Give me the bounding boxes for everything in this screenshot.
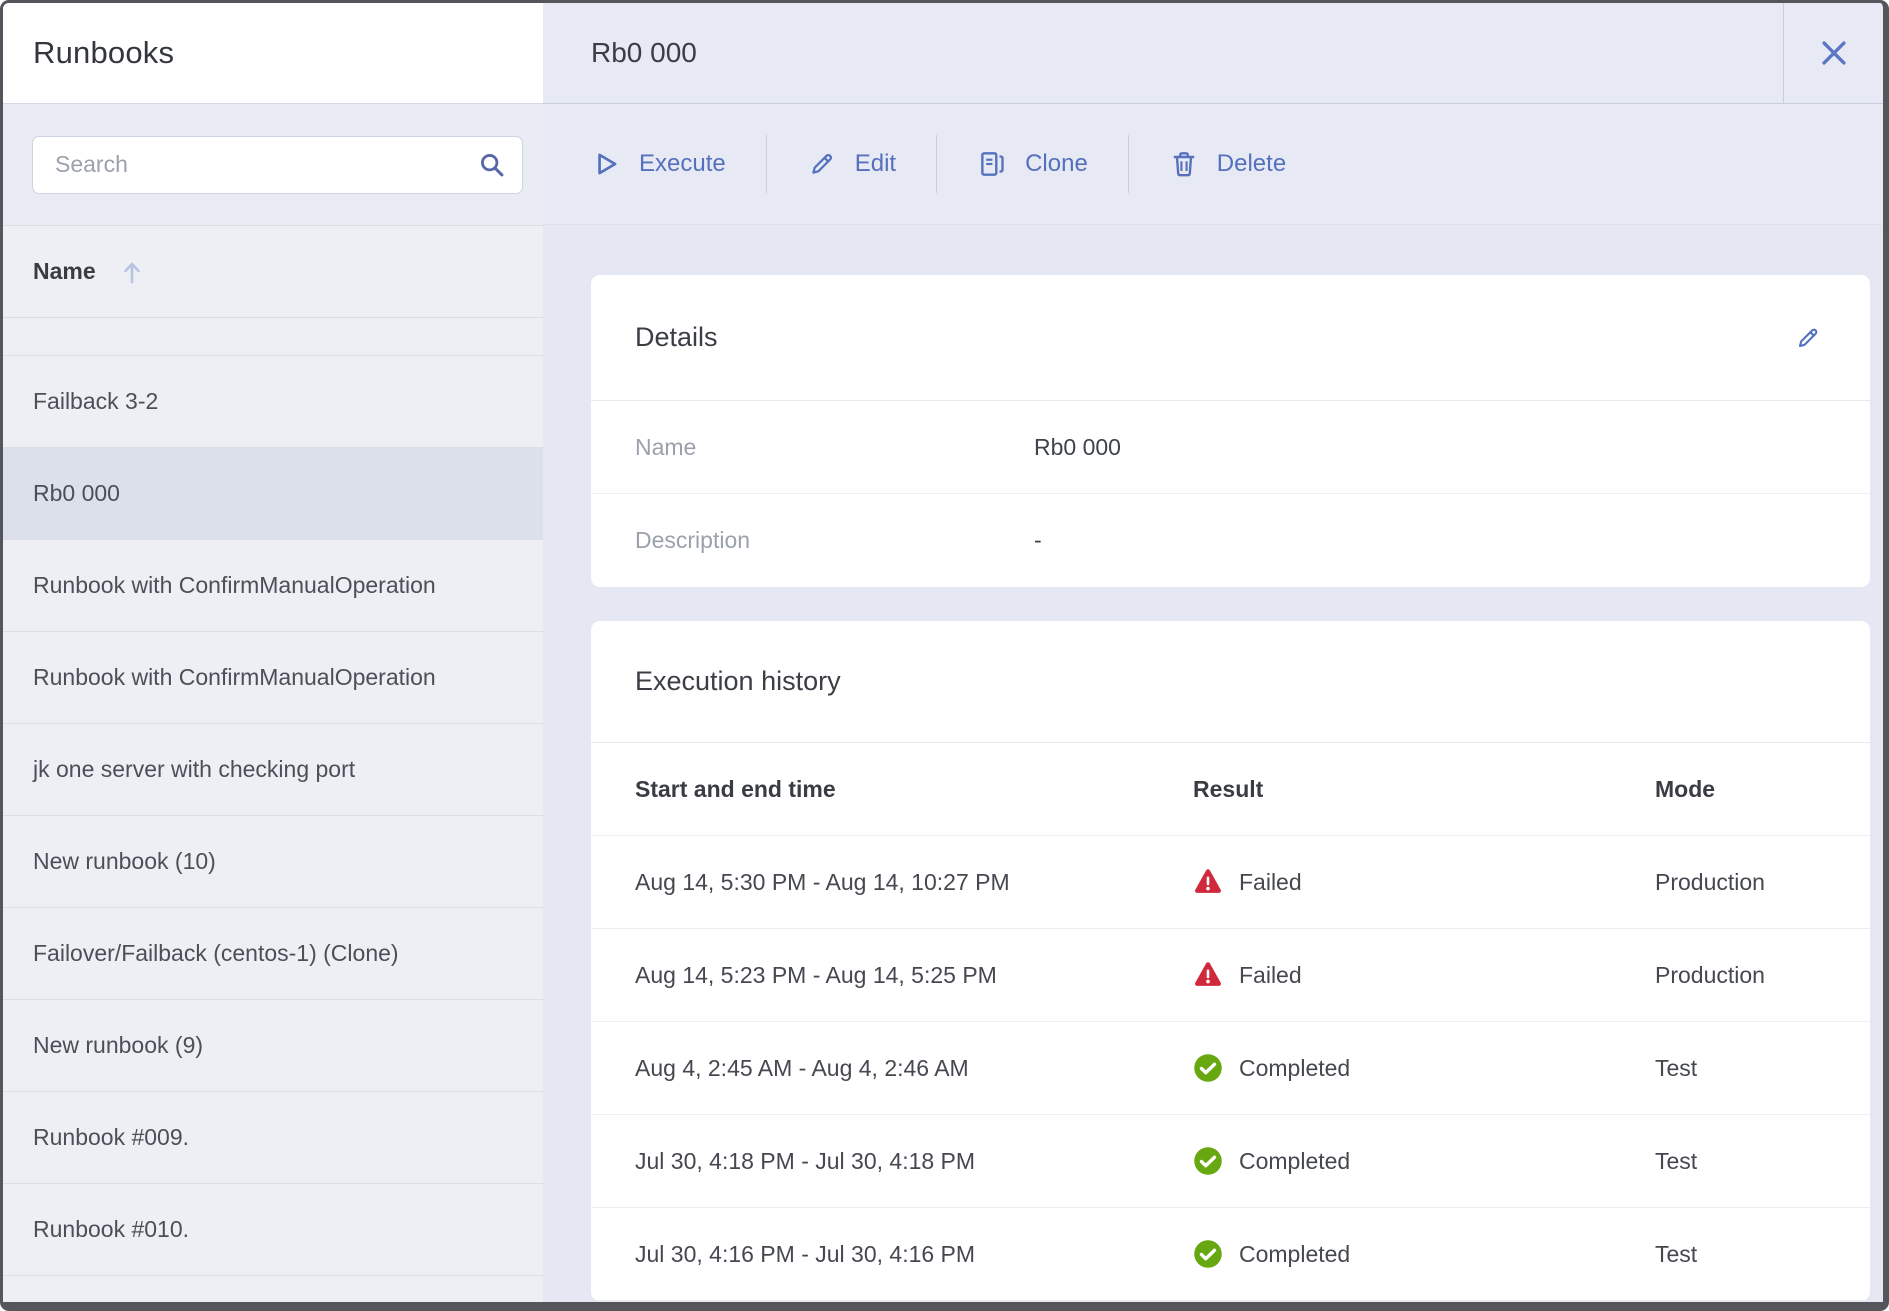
history-row[interactable]: Jul 30, 4:18 PM - Jul 30, 4:18 PM Comple… bbox=[591, 1115, 1870, 1208]
list-item-selected[interactable]: Rb0 000 bbox=[3, 448, 543, 540]
search-input[interactable] bbox=[53, 150, 478, 179]
details-card: Details Name Rb0 000 D bbox=[591, 275, 1870, 587]
runbooks-list: Failback 3-2 Rb0 000 Runbook with Confir… bbox=[3, 356, 543, 1302]
search-box[interactable] bbox=[32, 136, 523, 194]
play-icon bbox=[591, 149, 621, 179]
sidebar-title: Runbooks bbox=[33, 35, 174, 71]
field-label: Name bbox=[635, 434, 1034, 461]
field-row-description: Description - bbox=[591, 494, 1870, 587]
column-result: Result bbox=[1193, 776, 1655, 803]
list-item[interactable]: Runbook #009. bbox=[3, 1092, 543, 1184]
sidebar-header: Runbooks bbox=[3, 3, 543, 104]
clone-icon bbox=[977, 149, 1007, 179]
history-time: Aug 14, 5:30 PM - Aug 14, 10:27 PM bbox=[635, 869, 1193, 896]
detail-toolbar: Execute Edit bbox=[543, 104, 1883, 225]
toolbar-separator bbox=[766, 135, 767, 193]
column-header-label: Name bbox=[33, 258, 96, 285]
clone-button[interactable]: Clone bbox=[977, 149, 1088, 179]
history-row[interactable]: Aug 4, 2:45 AM - Aug 4, 2:46 AM Complete… bbox=[591, 1022, 1870, 1115]
list-item[interactable]: New runbook (9) bbox=[3, 1000, 543, 1092]
list-item[interactable]: Runbook with ConfirmManualOperation bbox=[3, 540, 543, 632]
runbook-detail-panel: Rb0 000 Execute bbox=[543, 3, 1883, 1302]
history-card-header: Execution history bbox=[591, 621, 1870, 743]
list-item[interactable]: Runbook with ConfirmManualOperation bbox=[3, 632, 543, 724]
close-icon bbox=[1817, 36, 1851, 70]
history-table-header: Start and end time Result Mode bbox=[591, 743, 1870, 836]
history-mode: Production bbox=[1655, 962, 1870, 989]
history-card-title: Execution history bbox=[635, 666, 1826, 697]
runbooks-sidebar: Runbooks Name bbox=[3, 3, 543, 1302]
execution-history-card: Execution history Start and end time Res… bbox=[591, 621, 1870, 1301]
failed-icon bbox=[1193, 868, 1223, 896]
list-item[interactable]: jk one server with checking port bbox=[3, 724, 543, 816]
history-result: Failed bbox=[1239, 869, 1302, 896]
edit-details-button[interactable] bbox=[1790, 320, 1826, 356]
field-label: Description bbox=[635, 527, 1034, 554]
column-mode: Mode bbox=[1655, 776, 1870, 803]
search-icon bbox=[478, 151, 506, 179]
history-mode: Test bbox=[1655, 1055, 1870, 1082]
list-item[interactable]: New runbook (10) bbox=[3, 816, 543, 908]
history-row[interactable]: Aug 14, 5:30 PM - Aug 14, 10:27 PM Faile… bbox=[591, 836, 1870, 929]
column-start-end-time: Start and end time bbox=[635, 776, 1193, 803]
toolbar-separator bbox=[936, 135, 937, 193]
close-button[interactable] bbox=[1783, 3, 1883, 103]
execute-button[interactable]: Execute bbox=[591, 149, 726, 179]
edit-label: Edit bbox=[855, 150, 896, 178]
detail-header: Rb0 000 bbox=[543, 3, 1883, 104]
history-row[interactable]: Jul 30, 4:16 PM - Jul 30, 4:16 PM Comple… bbox=[591, 1208, 1870, 1301]
sort-ascending-icon bbox=[120, 259, 144, 285]
list-column-header-name[interactable]: Name bbox=[3, 226, 543, 318]
app-window: Runbooks Name bbox=[0, 0, 1889, 1311]
search-strip bbox=[3, 104, 543, 226]
history-time: Aug 4, 2:45 AM - Aug 4, 2:46 AM bbox=[635, 1055, 1193, 1082]
trash-icon bbox=[1169, 149, 1199, 179]
list-item[interactable]: Failover/Failback (centos-1) (Clone) bbox=[3, 908, 543, 1000]
history-result: Failed bbox=[1239, 962, 1302, 989]
execute-label: Execute bbox=[639, 150, 726, 178]
history-time: Jul 30, 4:18 PM - Jul 30, 4:18 PM bbox=[635, 1148, 1193, 1175]
details-card-title: Details bbox=[635, 322, 1790, 353]
details-card-header: Details bbox=[591, 275, 1870, 401]
history-mode: Test bbox=[1655, 1148, 1870, 1175]
list-spacer-row bbox=[3, 318, 543, 356]
history-mode: Production bbox=[1655, 869, 1870, 896]
toolbar-separator bbox=[1128, 135, 1129, 193]
edit-button[interactable]: Edit bbox=[807, 149, 896, 179]
detail-content: Details Name Rb0 000 D bbox=[543, 225, 1883, 1302]
completed-icon bbox=[1193, 1146, 1223, 1176]
history-time: Aug 14, 5:23 PM - Aug 14, 5:25 PM bbox=[635, 962, 1193, 989]
pencil-icon bbox=[807, 149, 837, 179]
history-mode: Test bbox=[1655, 1241, 1870, 1268]
field-row-name: Name Rb0 000 bbox=[591, 401, 1870, 494]
history-result: Completed bbox=[1239, 1241, 1350, 1268]
failed-icon bbox=[1193, 961, 1223, 989]
delete-label: Delete bbox=[1217, 150, 1286, 178]
field-value: - bbox=[1034, 527, 1042, 554]
clone-label: Clone bbox=[1025, 150, 1088, 178]
history-time: Jul 30, 4:16 PM - Jul 30, 4:16 PM bbox=[635, 1241, 1193, 1268]
history-result: Completed bbox=[1239, 1148, 1350, 1175]
pencil-icon bbox=[1794, 324, 1822, 352]
completed-icon bbox=[1193, 1053, 1223, 1083]
completed-icon bbox=[1193, 1239, 1223, 1269]
field-value: Rb0 000 bbox=[1034, 434, 1121, 461]
delete-button[interactable]: Delete bbox=[1169, 149, 1286, 179]
history-row[interactable]: Aug 14, 5:23 PM - Aug 14, 5:25 PM Failed… bbox=[591, 929, 1870, 1022]
list-item[interactable]: Runbook #010. bbox=[3, 1184, 543, 1276]
detail-title: Rb0 000 bbox=[543, 3, 1783, 103]
history-result: Completed bbox=[1239, 1055, 1350, 1082]
list-item[interactable]: Failback 3-2 bbox=[3, 356, 543, 448]
